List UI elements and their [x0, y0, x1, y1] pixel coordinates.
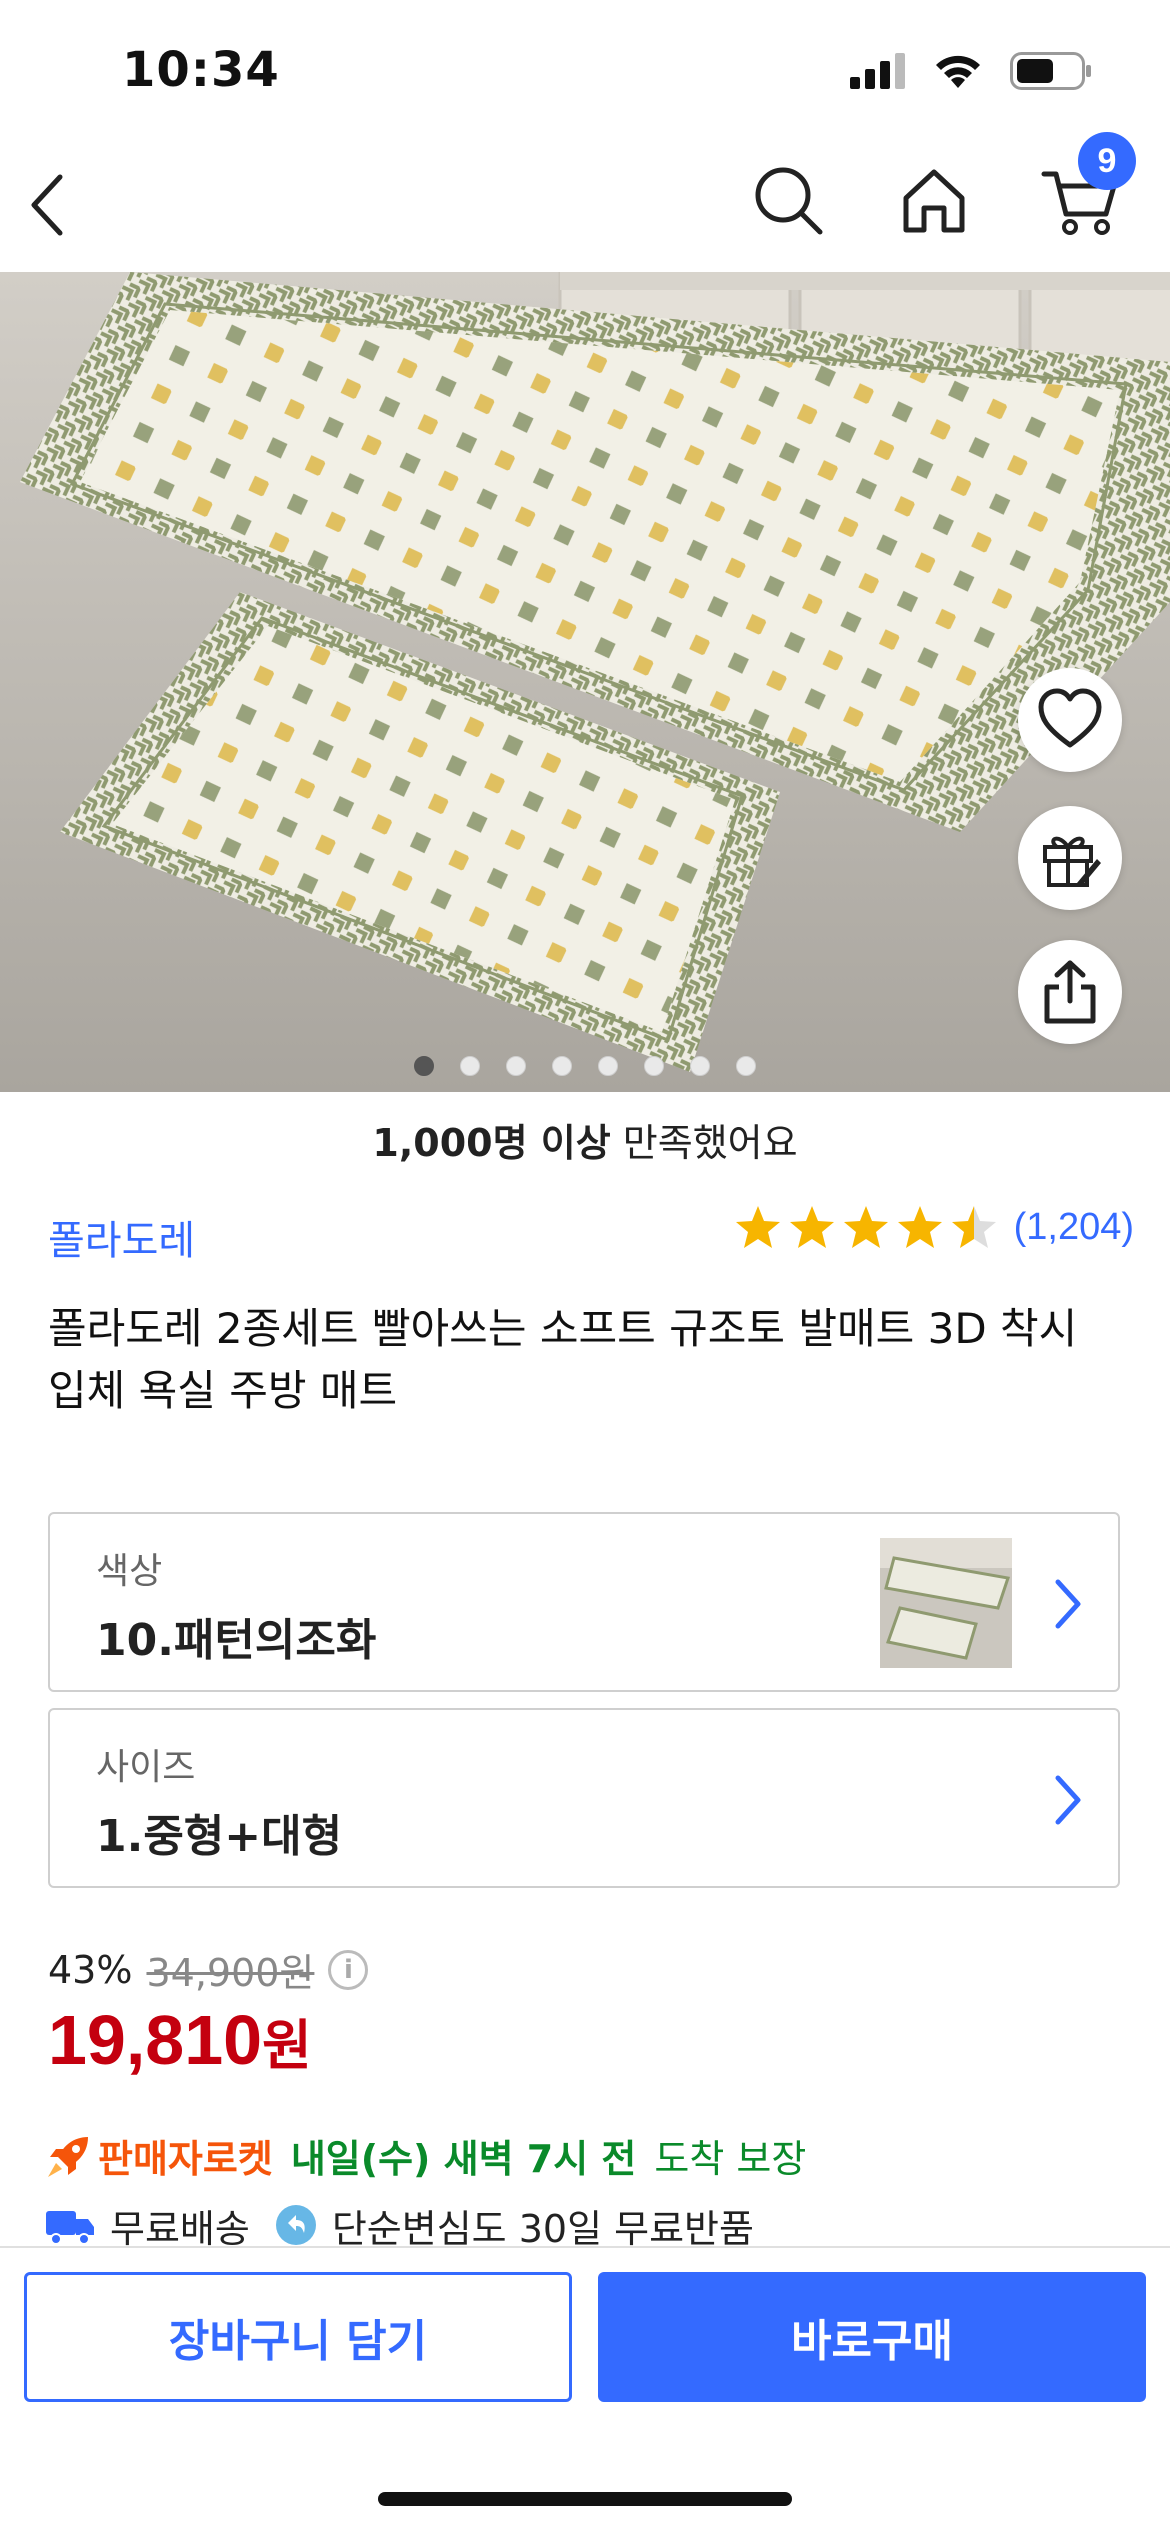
carousel-dot[interactable]	[598, 1056, 618, 1076]
gift-share-button[interactable]	[1018, 806, 1122, 910]
chevron-right-icon	[1055, 1775, 1081, 1825]
status-icons	[850, 52, 1092, 90]
chevron-right-icon	[1055, 1579, 1081, 1629]
carousel-dot[interactable]	[644, 1056, 664, 1076]
signal-icon	[850, 53, 905, 89]
share-button[interactable]	[1018, 940, 1122, 1044]
carousel-dot[interactable]	[690, 1056, 710, 1076]
option-value: 10.패턴의조화	[96, 1615, 377, 1666]
delivery-info: 판매자로켓 내일(수) 새벽 7시 전 도착 보장	[44, 2128, 806, 2183]
satisfaction-text: 1,000명 이상 만족했어요	[0, 1112, 1170, 1167]
truck-icon	[46, 2211, 94, 2245]
home-button[interactable]	[894, 160, 974, 240]
option-thumbnail	[880, 1538, 1012, 1668]
delivery-date: 내일(수) 새벽 7시 전	[290, 2137, 637, 2181]
search-button[interactable]	[748, 160, 828, 240]
satisfaction-rest: 만족했어요	[610, 1121, 798, 1165]
status-time: 10:34	[122, 42, 280, 98]
original-price: 34,900원	[146, 1951, 315, 1995]
nav-actions: 9	[748, 132, 1136, 240]
cart-button[interactable]: 9	[1040, 132, 1136, 240]
carousel-indicator	[0, 1056, 1170, 1076]
delivery-guarantee: 도착 보장	[654, 2137, 807, 2181]
star-rating-icon	[735, 1206, 996, 1248]
wifi-icon	[936, 55, 980, 88]
home-icon	[903, 169, 965, 233]
product-image[interactable]	[0, 272, 1170, 1092]
price-discount-row: 43% 34,900원 i	[48, 1942, 369, 1997]
chevron-left-icon	[31, 174, 63, 236]
wishlist-button[interactable]	[1018, 668, 1122, 772]
review-count[interactable]: (1,204)	[1014, 1206, 1134, 1249]
gift-rocket-icon	[1043, 836, 1101, 887]
carousel-dot[interactable]	[506, 1056, 526, 1076]
sale-price: 19,810원	[48, 2000, 312, 2080]
size-option-selector[interactable]: 사이즈 1.중형+대형	[48, 1708, 1120, 1888]
rating[interactable]: (1,204)	[734, 1202, 1134, 1252]
color-option-selector[interactable]: 색상 10.패턴의조화	[48, 1512, 1120, 1692]
sale-price-unit: 원	[262, 2014, 312, 2077]
return-icon	[275, 2205, 316, 2245]
carousel-dot[interactable]	[552, 1056, 572, 1076]
info-icon[interactable]: i	[328, 1949, 369, 1990]
carousel-dot[interactable]	[414, 1056, 434, 1076]
heart-icon	[1038, 688, 1102, 748]
option-label: 사이즈	[96, 1747, 196, 1788]
option-value: 1.중형+대형	[96, 1811, 343, 1862]
product-photo	[0, 272, 1170, 1092]
search-icon	[755, 167, 823, 235]
discount-rate: 43%	[48, 1947, 133, 1992]
buy-now-button[interactable]: 바로구매	[598, 2272, 1146, 2402]
rocket-icon	[48, 2136, 88, 2177]
shipping-info: 무료배송 단순변심도 30일 무료반품	[44, 2204, 754, 2246]
free-shipping-label: 무료배송	[110, 2206, 250, 2247]
carousel-dot[interactable]	[460, 1056, 480, 1076]
return-policy-label: 단순변심도 30일 무료반품	[331, 2206, 754, 2247]
seller-rocket-badge: 판매자로켓	[98, 2137, 273, 2181]
add-to-cart-button[interactable]: 장바구니 담기	[24, 2272, 572, 2402]
option-label: 색상	[96, 1551, 163, 1592]
brand-link[interactable]: 폴라도레	[48, 1208, 195, 1266]
carousel-dot[interactable]	[736, 1056, 756, 1076]
cart-count-badge: 9	[1078, 132, 1136, 190]
satisfaction-count: 1,000명 이상	[372, 1121, 611, 1165]
battery-icon	[1010, 52, 1091, 90]
share-icon	[1044, 960, 1096, 1024]
product-title: 폴라도레 2종세트 빨아쓰는 소프트 규조토 발매트 3D 착시 입체 욕실 주…	[48, 1304, 1078, 1415]
home-indicator[interactable]	[378, 2492, 792, 2506]
sale-price-number: 19,810	[48, 2001, 263, 2079]
back-button[interactable]	[20, 165, 80, 245]
